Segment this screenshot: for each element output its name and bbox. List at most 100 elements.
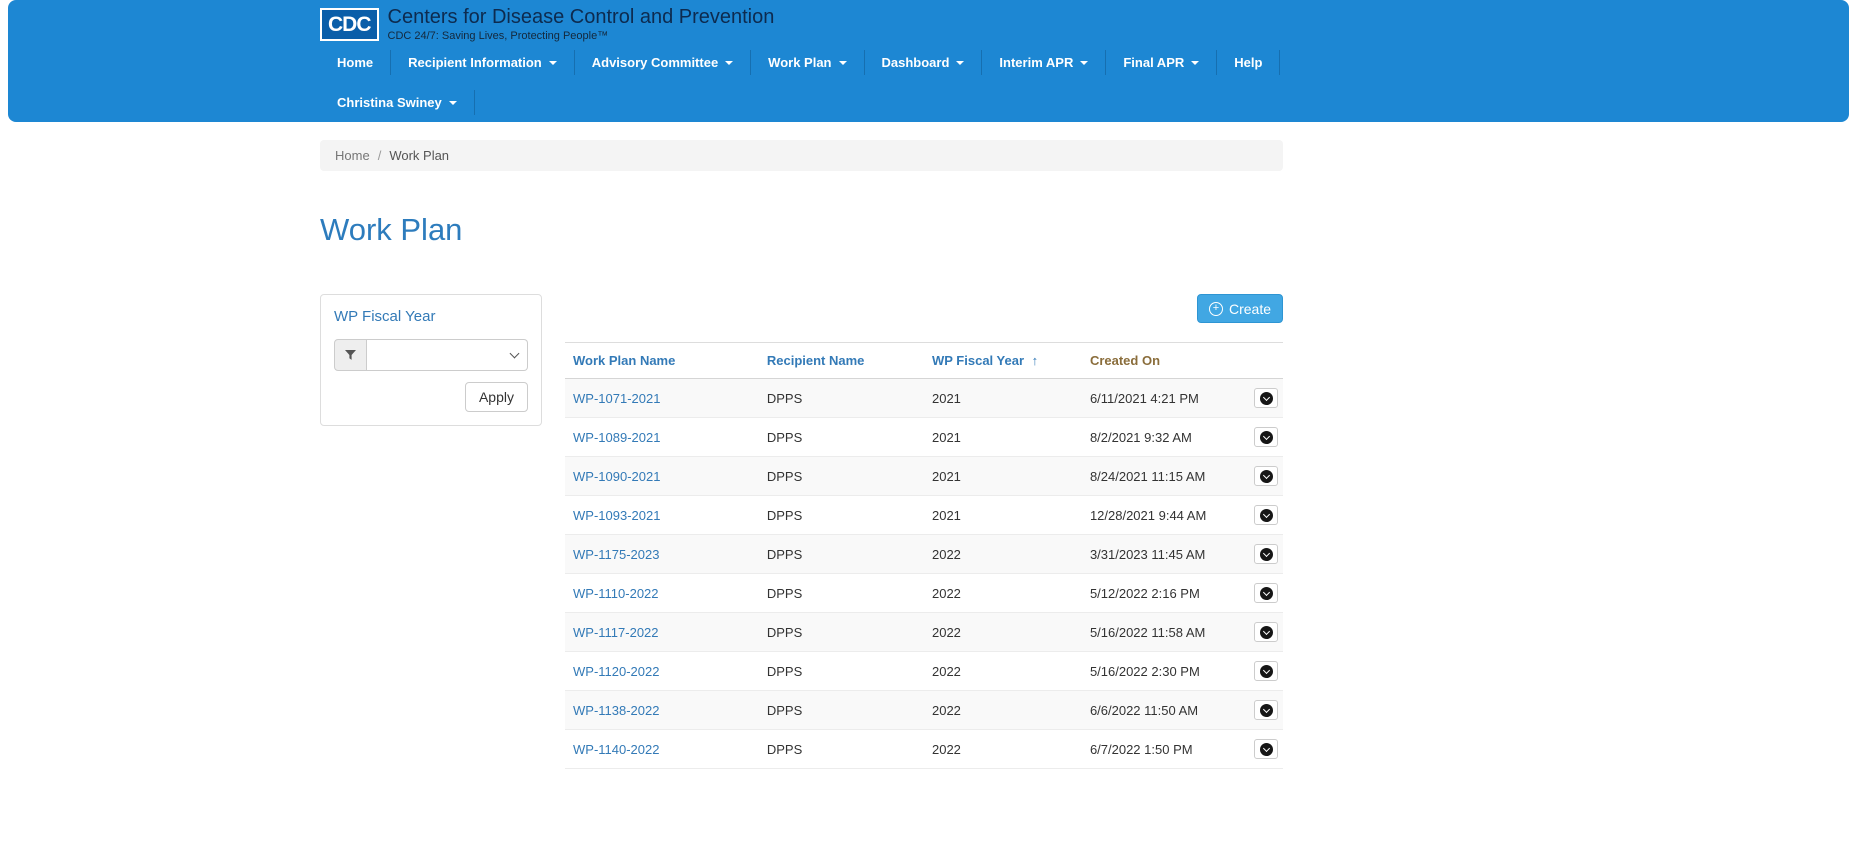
- nav-item-label: Dashboard: [882, 55, 950, 70]
- row-actions-button[interactable]: [1254, 388, 1278, 408]
- row-actions-button[interactable]: [1254, 739, 1278, 759]
- row-actions-button[interactable]: [1254, 583, 1278, 603]
- column-header[interactable]: Recipient Name: [759, 343, 924, 379]
- nav-item[interactable]: Dashboard: [865, 50, 983, 75]
- breadcrumb-separator: /: [378, 148, 382, 163]
- nav-item[interactable]: Home: [320, 50, 391, 75]
- row-actions-button[interactable]: [1254, 544, 1278, 564]
- row-actions-button[interactable]: [1254, 661, 1278, 681]
- row-actions-button[interactable]: [1254, 622, 1278, 642]
- recipient-cell: DPPS: [759, 457, 924, 496]
- work-plan-link[interactable]: WP-1110-2022: [573, 586, 659, 601]
- created-on-cell: 12/28/2021 9:44 AM: [1082, 496, 1233, 535]
- chevron-down-circle-icon: [1260, 548, 1273, 561]
- fiscal-year-cell: 2021: [924, 496, 1082, 535]
- chevron-down-icon: [1080, 61, 1088, 65]
- fiscal-year-cell: 2021: [924, 379, 1082, 418]
- chevron-down-circle-icon: [1260, 509, 1273, 522]
- column-header[interactable]: [1233, 343, 1283, 379]
- chevron-down-icon: [510, 349, 520, 359]
- work-plan-link[interactable]: WP-1071-2021: [573, 391, 660, 406]
- fiscal-year-cell: 2022: [924, 535, 1082, 574]
- chevron-down-circle-icon: [1260, 665, 1273, 678]
- column-header[interactable]: Created On: [1082, 343, 1233, 379]
- column-header[interactable]: Work Plan Name: [565, 343, 759, 379]
- work-plan-name-cell: WP-1140-2022: [565, 730, 759, 769]
- create-button[interactable]: Create: [1197, 294, 1283, 323]
- table-row: WP-1110-2022 DPPS 2022 5/12/2022 2:16 PM: [565, 574, 1283, 613]
- actions-cell: [1233, 574, 1283, 613]
- work-plan-link[interactable]: WP-1117-2022: [573, 625, 659, 640]
- primary-nav: Home Recipient Information Advisory Comm…: [320, 50, 1849, 75]
- table-row: WP-1120-2022 DPPS 2022 5/16/2022 2:30 PM: [565, 652, 1283, 691]
- nav-item[interactable]: Work Plan: [751, 50, 864, 75]
- nav-item[interactable]: Help: [1217, 50, 1280, 75]
- chevron-down-circle-icon: [1260, 626, 1273, 639]
- recipient-cell: DPPS: [759, 574, 924, 613]
- cdc-brand[interactable]: CDC Centers for Disease Control and Prev…: [320, 4, 1849, 44]
- fiscal-year-cell: 2021: [924, 418, 1082, 457]
- page-title: Work Plan: [320, 212, 1283, 248]
- recipient-cell: DPPS: [759, 652, 924, 691]
- nav-item-label: Home: [337, 55, 373, 70]
- breadcrumb-current: Work Plan: [389, 148, 449, 163]
- user-menu-label: Christina Swiney: [337, 95, 442, 110]
- nav-item[interactable]: Interim APR: [982, 50, 1106, 75]
- actions-cell: [1233, 379, 1283, 418]
- user-nav: Christina Swiney: [320, 90, 1849, 115]
- row-actions-button[interactable]: [1254, 466, 1278, 486]
- chevron-down-circle-icon: [1260, 392, 1273, 405]
- work-plan-link[interactable]: WP-1093-2021: [573, 508, 660, 523]
- chevron-down-icon: [839, 61, 847, 65]
- apply-button[interactable]: Apply: [465, 382, 528, 412]
- recipient-cell: DPPS: [759, 691, 924, 730]
- chevron-down-circle-icon: [1260, 704, 1273, 717]
- recipient-cell: DPPS: [759, 418, 924, 457]
- fiscal-year-select[interactable]: [367, 339, 528, 371]
- breadcrumb-home[interactable]: Home: [335, 148, 370, 163]
- nav-item-label: Interim APR: [999, 55, 1073, 70]
- work-plan-link[interactable]: WP-1090-2021: [573, 469, 660, 484]
- created-on-cell: 8/2/2021 9:32 AM: [1082, 418, 1233, 457]
- org-name: Centers for Disease Control and Preventi…: [388, 6, 775, 28]
- row-actions-button[interactable]: [1254, 427, 1278, 447]
- work-plan-name-cell: WP-1110-2022: [565, 574, 759, 613]
- work-plan-table: Work Plan Name Recipient Name WP Fiscal …: [565, 342, 1283, 769]
- work-plan-link[interactable]: WP-1120-2022: [573, 664, 659, 679]
- recipient-cell: DPPS: [759, 730, 924, 769]
- cdc-logo[interactable]: CDC: [320, 8, 379, 41]
- funnel-icon: [345, 350, 356, 361]
- fiscal-year-filter-group: [334, 339, 528, 371]
- recipient-cell: DPPS: [759, 379, 924, 418]
- nav-item[interactable]: Recipient Information: [391, 50, 575, 75]
- chevron-down-icon: [725, 61, 733, 65]
- row-actions-button[interactable]: [1254, 505, 1278, 525]
- table-row: WP-1071-2021 DPPS 2021 6/11/2021 4:21 PM: [565, 379, 1283, 418]
- main-column: Create Work Plan Name: [565, 294, 1283, 769]
- actions-cell: [1233, 652, 1283, 691]
- user-menu[interactable]: Christina Swiney: [320, 90, 475, 115]
- work-plan-name-cell: WP-1120-2022: [565, 652, 759, 691]
- fiscal-year-cell: 2021: [924, 457, 1082, 496]
- work-plan-link[interactable]: WP-1089-2021: [573, 430, 660, 445]
- nav-item[interactable]: Advisory Committee: [575, 50, 751, 75]
- nav-item[interactable]: Final APR: [1106, 50, 1217, 75]
- work-plan-link[interactable]: WP-1138-2022: [573, 703, 659, 718]
- work-plan-link[interactable]: WP-1175-2023: [573, 547, 659, 562]
- created-on-cell: 5/12/2022 2:16 PM: [1082, 574, 1233, 613]
- work-plan-link[interactable]: WP-1140-2022: [573, 742, 659, 757]
- table-row: WP-1093-2021 DPPS 2021 12/28/2021 9:44 A…: [565, 496, 1283, 535]
- row-actions-button[interactable]: [1254, 700, 1278, 720]
- created-on-cell: 5/16/2022 11:58 AM: [1082, 613, 1233, 652]
- plus-circle-icon: [1209, 302, 1223, 316]
- table-body: WP-1071-2021 DPPS 2021 6/11/2021 4:21 PM: [565, 379, 1283, 769]
- nav-item-label: Final APR: [1123, 55, 1184, 70]
- chevron-down-icon: [449, 101, 457, 105]
- filter-button[interactable]: [334, 339, 367, 371]
- fiscal-year-cell: 2022: [924, 652, 1082, 691]
- column-header[interactable]: WP Fiscal Year ↑: [924, 343, 1082, 379]
- recipient-cell: DPPS: [759, 613, 924, 652]
- page-container: Home / Work Plan Work Plan WP Fiscal Yea…: [320, 140, 1283, 769]
- actions-cell: [1233, 418, 1283, 457]
- table-row: WP-1089-2021 DPPS 2021 8/2/2021 9:32 AM: [565, 418, 1283, 457]
